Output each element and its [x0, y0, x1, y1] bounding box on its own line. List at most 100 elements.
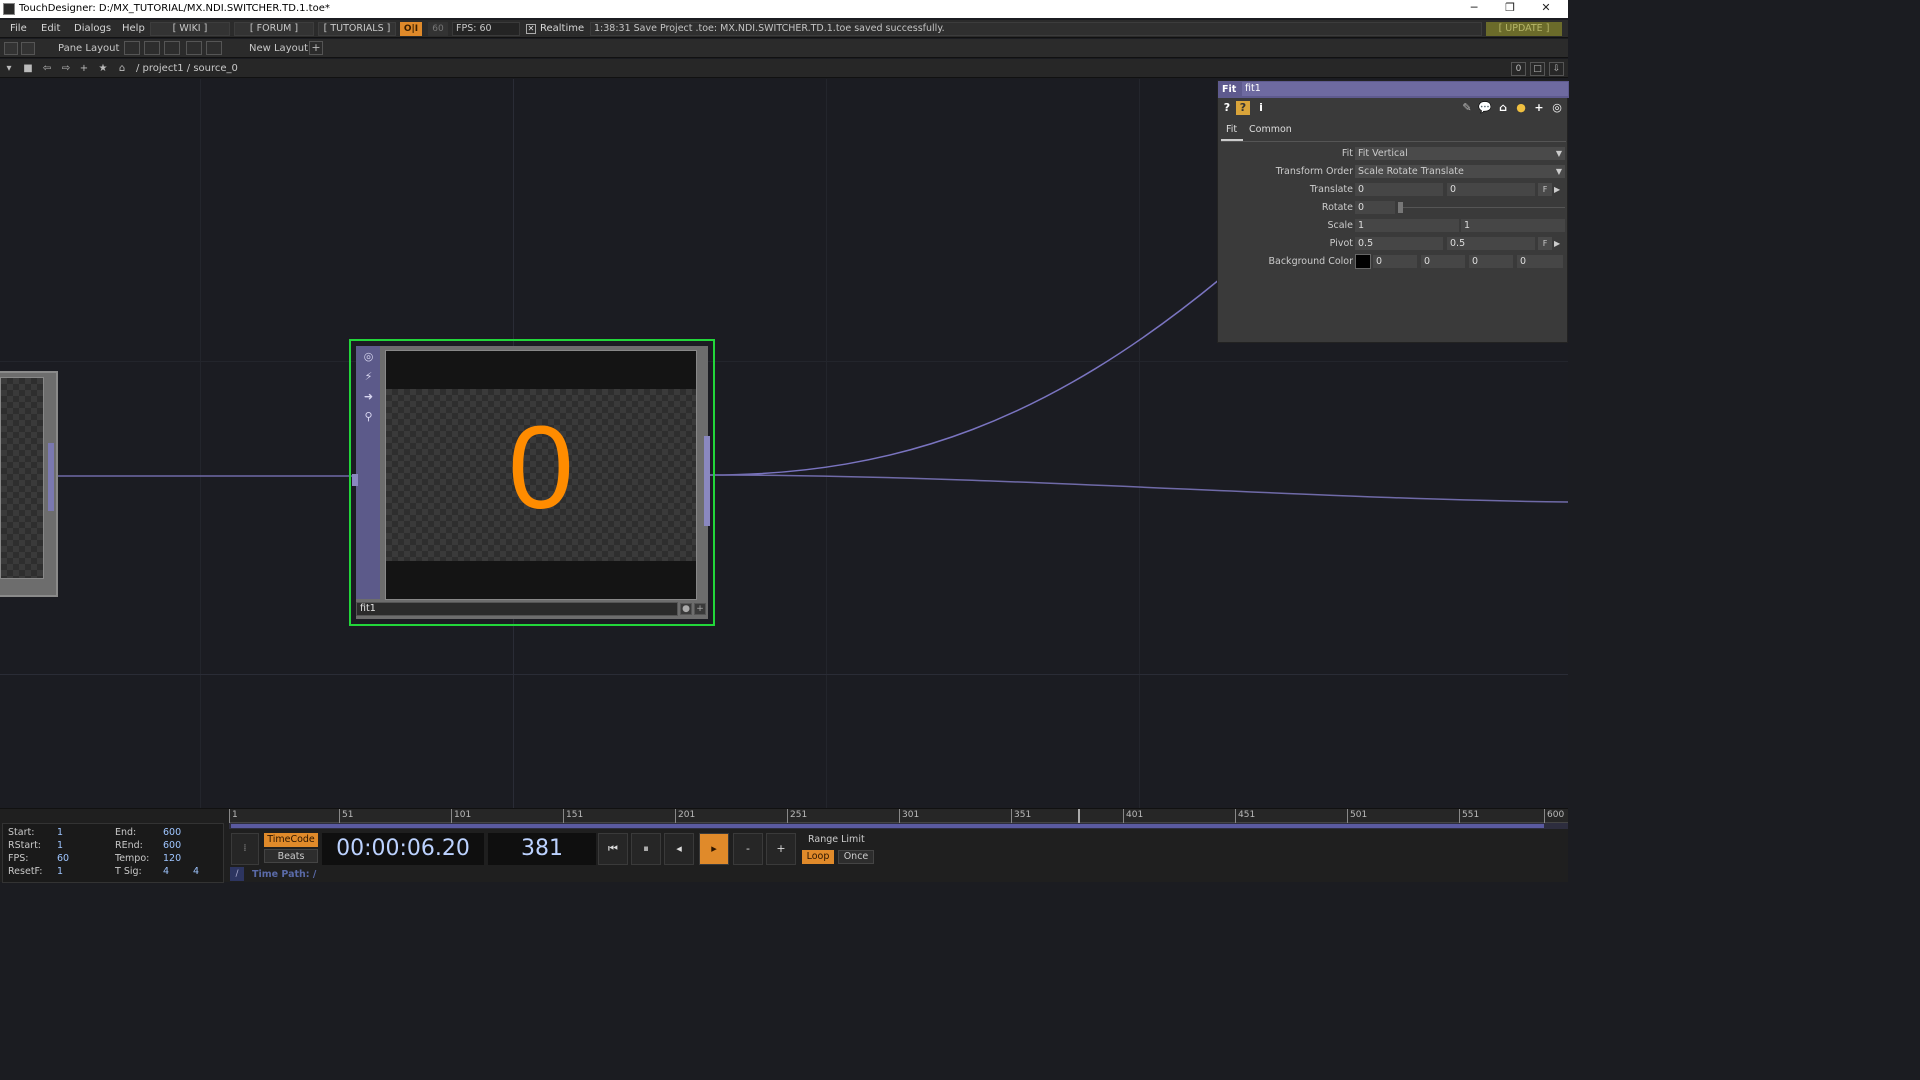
source-node-output[interactable] — [48, 443, 54, 511]
zoom-level-button[interactable]: 0 — [1511, 62, 1526, 76]
rend-value[interactable]: 600 — [163, 840, 181, 851]
comment-icon[interactable]: 💬 — [1478, 101, 1492, 115]
bgcolor-r-field[interactable]: 0 — [1373, 255, 1417, 268]
bgcolor-a-field[interactable]: 0 — [1517, 255, 1563, 268]
python-icon[interactable]: ● — [1514, 101, 1528, 115]
help-icon[interactable]: ? — [1220, 101, 1234, 115]
output-connector[interactable] — [704, 436, 710, 526]
arrow-right-icon[interactable]: ➜ — [362, 390, 375, 403]
timecode-toggle[interactable]: TimeCode — [264, 833, 318, 847]
tempo-value[interactable]: 120 — [163, 853, 181, 864]
download-icon[interactable]: ⇩ — [1549, 62, 1564, 76]
translate-f-button[interactable]: F — [1538, 183, 1552, 196]
start-value[interactable]: 1 — [57, 827, 63, 838]
loop-button[interactable]: Loop — [802, 850, 834, 864]
star-icon[interactable]: ★ — [96, 62, 110, 75]
timecode-display[interactable]: 00:00:06.20 — [322, 833, 484, 865]
beats-toggle[interactable]: Beats — [264, 849, 318, 863]
restore-button[interactable]: ❐ — [1492, 1, 1528, 17]
pivot-y-field[interactable]: 0.5 — [1447, 237, 1535, 250]
back-arrow-icon[interactable]: ⇦ — [40, 62, 54, 75]
menu-edit[interactable]: Edit — [41, 23, 60, 34]
wiki-button[interactable]: [ WIKI ] — [150, 22, 230, 36]
target-icon[interactable]: ◎ — [1550, 101, 1564, 115]
lock-icon[interactable]: ⚲ — [362, 410, 375, 423]
chevron-down-icon[interactable]: ▾ — [2, 62, 16, 75]
operator-name-field[interactable]: fit1 — [1242, 82, 1568, 96]
add-parameter-icon[interactable]: + — [1532, 101, 1546, 115]
range-bar[interactable] — [229, 823, 1568, 829]
layout-hsplit-button[interactable] — [164, 41, 180, 55]
bypass-icon[interactable]: ⚡ — [362, 370, 375, 383]
end-value[interactable]: 600 — [163, 827, 181, 838]
tsig-numerator[interactable]: 4 — [163, 866, 169, 877]
menu-help[interactable]: Help — [122, 23, 145, 34]
background-color-swatch[interactable] — [1355, 254, 1371, 269]
transform-order-dropdown[interactable]: Scale Rotate Translate ▼ — [1355, 165, 1565, 178]
playhead[interactable] — [1078, 809, 1080, 823]
perform-mode-button[interactable]: O|I — [400, 22, 422, 36]
step-plus-button[interactable]: + — [766, 833, 796, 865]
forum-button[interactable]: [ FORUM ] — [234, 22, 314, 36]
tutorials-button[interactable]: [ TUTORIALS ] — [318, 22, 396, 36]
python-help-icon[interactable]: ? — [1236, 101, 1250, 115]
play-icon[interactable]: ▸ — [699, 833, 729, 865]
rotate-field[interactable]: 0 — [1355, 201, 1395, 214]
pencil-icon[interactable]: ✎ — [1460, 101, 1474, 115]
pivot-x-field[interactable]: 0.5 — [1355, 237, 1443, 250]
minimize-button[interactable]: ─ — [1456, 1, 1492, 17]
close-button[interactable]: ✕ — [1528, 1, 1564, 17]
once-button[interactable]: Once — [838, 850, 874, 864]
node-name-field[interactable]: fit1 — [356, 602, 678, 616]
tag-icon[interactable]: ⌂ — [1496, 101, 1510, 115]
scale-x-field[interactable]: 1 — [1355, 219, 1459, 232]
viewer-toggle-icon[interactable]: ◎ — [362, 350, 375, 363]
rstart-value[interactable]: 1 — [57, 840, 63, 851]
pause-icon[interactable]: ⏸ — [631, 833, 661, 865]
home-icon[interactable]: ⌂ — [115, 62, 129, 75]
stop-icon[interactable]: ■ — [21, 62, 35, 75]
maximize-pane-icon[interactable]: □ — [1530, 62, 1545, 76]
layout-single-button[interactable] — [124, 41, 140, 55]
node-plus-button[interactable]: + — [694, 603, 706, 615]
layout-three-button[interactable] — [186, 41, 202, 55]
rewind-to-start-icon[interactable]: ⏮ — [598, 833, 628, 865]
tab-fit[interactable]: Fit — [1226, 124, 1237, 135]
add-layout-button[interactable]: + — [309, 41, 323, 55]
source-node[interactable] — [0, 371, 58, 597]
tsig-denominator[interactable]: 4 — [193, 866, 199, 877]
update-button[interactable]: [ UPDATE ] — [1486, 22, 1562, 36]
add-icon[interactable]: + — [77, 62, 91, 75]
input-connector[interactable] — [352, 474, 358, 486]
fps-value[interactable]: 60 — [57, 853, 69, 864]
translate-expand-arrow[interactable]: ▶ — [1554, 183, 1564, 196]
fit-dropdown[interactable]: Fit Vertical ▼ — [1355, 147, 1565, 160]
translate-y-field[interactable]: 0 — [1447, 183, 1535, 196]
pane-type-icon[interactable] — [4, 42, 18, 55]
step-back-icon[interactable]: ◂ — [664, 833, 694, 865]
node-dot-button[interactable]: ● — [680, 603, 692, 615]
scale-y-field[interactable]: 1 — [1461, 219, 1565, 232]
realtime-checkbox[interactable]: ✕ — [526, 24, 536, 34]
time-path-root-button[interactable]: / — [230, 867, 244, 881]
pivot-expand-arrow[interactable]: ▶ — [1554, 237, 1564, 250]
translate-x-field[interactable]: 0 — [1355, 183, 1443, 196]
step-minus-button[interactable]: - — [733, 833, 763, 865]
menu-file[interactable]: File — [10, 23, 27, 34]
fit-node[interactable]: ◎ ⚡ ➜ ⚲ 0 fit1 ● + — [349, 339, 715, 626]
frame-display[interactable]: 381 — [488, 833, 596, 865]
network-path[interactable]: / project1 / source_0 — [136, 63, 238, 74]
layout-quad-button[interactable] — [206, 41, 222, 55]
info-icon[interactable]: i — [1254, 101, 1268, 115]
layout-vsplit-button[interactable] — [144, 41, 160, 55]
tab-common[interactable]: Common — [1249, 124, 1292, 135]
pane-split-icon[interactable] — [21, 42, 35, 55]
menu-dialogs[interactable]: Dialogs — [74, 23, 111, 34]
forward-arrow-icon[interactable]: ⇨ — [59, 62, 73, 75]
timeline-options-button[interactable]: ⁞ — [231, 833, 259, 865]
pivot-f-button[interactable]: F — [1538, 237, 1552, 250]
rotate-slider-track[interactable] — [1398, 207, 1565, 208]
rotate-slider-handle[interactable] — [1398, 202, 1403, 213]
bgcolor-b-field[interactable]: 0 — [1469, 255, 1513, 268]
timeline-ruler[interactable]: 1 51 101 151 201 251 301 351 401 451 501… — [229, 809, 1568, 823]
